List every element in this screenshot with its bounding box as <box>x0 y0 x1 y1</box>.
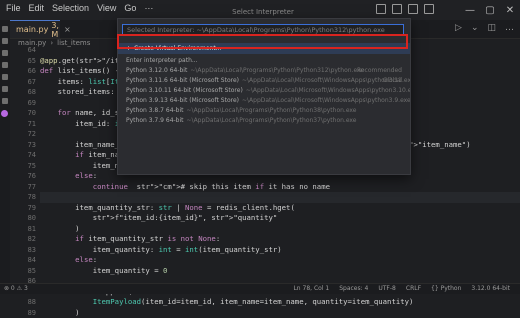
tab-filename: main.py <box>16 25 48 34</box>
toggle-secondary-sidebar-icon[interactable] <box>408 4 418 14</box>
menu-file[interactable]: File <box>6 3 21 13</box>
option-path: ~\AppData\Local\Programs\Python\Python31… <box>190 67 364 74</box>
menu-edit[interactable]: Edit <box>29 3 45 13</box>
tab-status: 3, M <box>51 21 59 39</box>
line-number: 69 <box>10 98 42 109</box>
tab-close-icon[interactable]: × <box>64 25 71 34</box>
remote-explorer-icon[interactable] <box>2 98 8 104</box>
line-number: 72 <box>10 129 42 140</box>
line-number: 74 <box>10 150 42 161</box>
interpreter-option[interactable]: Python 3.11.6 64-bit (Microsoft Store)~\… <box>118 77 410 87</box>
interpreter-option[interactable]: Python 3.7.9 64-bit~\AppData\Local\Progr… <box>118 117 410 127</box>
code-line[interactable]: item_quantity = 0 <box>40 266 520 277</box>
code-line[interactable]: if item_quantity_str is not None: <box>40 234 520 245</box>
interpreter-option[interactable]: Python 3.12.0 64-bit~\AppData\Local\Prog… <box>118 67 410 77</box>
source-control-icon[interactable] <box>2 50 8 56</box>
line-number: 85 <box>10 266 42 277</box>
window-controls: — ▢ ✕ <box>460 0 520 20</box>
enter-path-option[interactable]: Enter interpreter path... <box>118 57 410 67</box>
line-number: 64 <box>10 45 42 56</box>
option-path: ~\AppData\Local\Microsoft\WindowsApps\py… <box>246 87 410 94</box>
more-actions-icon[interactable]: … <box>505 23 514 33</box>
problems-indicator[interactable]: ⊗ 0 ⚠ 3 <box>4 285 28 292</box>
code-line[interactable]: else: <box>40 255 520 266</box>
code-line[interactable]: item_quantity: int = int(item_quantity_s… <box>40 245 520 256</box>
customize-layout-icon[interactable] <box>424 4 434 14</box>
line-number: 67 <box>10 77 42 88</box>
line-number: 89 <box>10 308 42 318</box>
menu-view[interactable]: View <box>97 3 116 13</box>
run-icon[interactable]: ▷ <box>455 23 462 33</box>
testing-icon[interactable] <box>2 86 8 92</box>
interpreter-list: +Create Virtual Environment...Enter inte… <box>118 39 410 127</box>
line-number: 73 <box>10 140 42 151</box>
code-line[interactable]: continue str">"cm"># skip this item if i… <box>40 182 520 193</box>
code-line[interactable]: ) <box>40 224 520 235</box>
status-item[interactable]: 3.12.0 64-bit <box>471 285 510 292</box>
status-item[interactable]: UTF-8 <box>378 285 396 292</box>
line-number: 83 <box>10 245 42 256</box>
line-number: 81 <box>10 224 42 235</box>
line-number: 65 <box>10 56 42 67</box>
code-line[interactable]: ItemPayload(item_id=item_id, item_name=i… <box>40 297 520 308</box>
line-number: 71 <box>10 119 42 130</box>
tab-main-py[interactable]: main.py 3, M × <box>10 20 60 38</box>
minimize-icon[interactable]: — <box>460 0 480 20</box>
run-debug-icon[interactable] <box>2 62 8 68</box>
option-path: ~\AppData\Local\Microsoft\WindowsApps\py… <box>242 97 410 104</box>
status-item[interactable]: Spaces: 4 <box>339 285 368 292</box>
line-number: 84 <box>10 255 42 266</box>
line-number: 79 <box>10 203 42 214</box>
option-label: Python 3.11.6 64-bit (Microsoft Store) <box>126 77 239 84</box>
status-bar: ⊗ 0 ⚠ 3 Ln 78, Col 1 Spaces: 4 UTF-8 CRLF {}… <box>0 283 520 294</box>
line-number: 66 <box>10 66 42 77</box>
extensions-icon[interactable] <box>2 74 8 80</box>
option-label: Python 3.7.9 64-bit <box>126 117 184 124</box>
status-item[interactable]: CRLF <box>406 285 421 292</box>
option-path: ~\AppData\Local\Programs\Python\Python38… <box>187 107 357 114</box>
status-item[interactable]: Ln 78, Col 1 <box>293 285 329 292</box>
notification-badge-icon[interactable] <box>1 110 8 117</box>
menu-selection[interactable]: Selection <box>52 3 89 13</box>
option-label: Python 3.12.0 64-bit <box>126 67 187 74</box>
code-line[interactable] <box>40 192 520 203</box>
line-number: 78 <box>10 192 42 203</box>
line-number: 75 <box>10 161 42 172</box>
option-path: ~\AppData\Local\Programs\Python\Python37… <box>187 117 357 124</box>
line-number: 68 <box>10 87 42 98</box>
line-number-gutter: 6465666768697071727374757677787980818283… <box>10 45 42 318</box>
maximize-icon[interactable]: ▢ <box>480 0 500 20</box>
option-tag: Recommended <box>357 67 402 74</box>
code-line[interactable]: item_quantity_str: str | None = redis_cl… <box>40 203 520 214</box>
line-number: 76 <box>10 171 42 182</box>
option-label: Enter interpreter path... <box>126 57 198 64</box>
run-dropdown-icon[interactable]: ⌄ <box>471 23 479 33</box>
status-items: Ln 78, Col 1 Spaces: 4 UTF-8 CRLF {} Python 3… <box>293 285 510 292</box>
explorer-icon[interactable] <box>2 26 8 32</box>
line-number: 88 <box>10 297 42 308</box>
option-label: Python 3.9.13 64-bit (Microsoft Store) <box>126 97 239 104</box>
line-number: 70 <box>10 108 42 119</box>
interpreter-option[interactable]: Python 3.9.13 64-bit (Microsoft Store)~\… <box>118 97 410 107</box>
option-label: Python 3.8.7 64-bit <box>126 107 184 114</box>
highlight-box <box>117 34 408 49</box>
search-icon[interactable] <box>2 38 8 44</box>
line-number: 80 <box>10 213 42 224</box>
interpreter-option[interactable]: Python 3.8.7 64-bit~\AppData\Local\Progr… <box>118 107 410 117</box>
option-label: Python 3.10.11 64-bit (Microsoft Store) <box>126 87 243 94</box>
close-icon[interactable]: ✕ <box>500 0 520 20</box>
palette-title: Select Interpreter <box>117 8 409 16</box>
code-line[interactable]: str">f"item_id:{item_id}", str">"quantit… <box>40 213 520 224</box>
editor-actions: ▷ ⌄ ◫ … <box>455 23 514 33</box>
line-number: 82 <box>10 234 42 245</box>
line-number: 77 <box>10 182 42 193</box>
interpreter-option[interactable]: Python 3.10.11 64-bit (Microsoft Store)~… <box>118 87 410 97</box>
code-line[interactable]: ) <box>40 308 520 318</box>
activity-bar <box>0 20 10 283</box>
split-editor-icon[interactable]: ◫ <box>487 23 496 33</box>
option-tag: Global <box>383 77 402 84</box>
status-item[interactable]: {} Python <box>431 285 461 292</box>
